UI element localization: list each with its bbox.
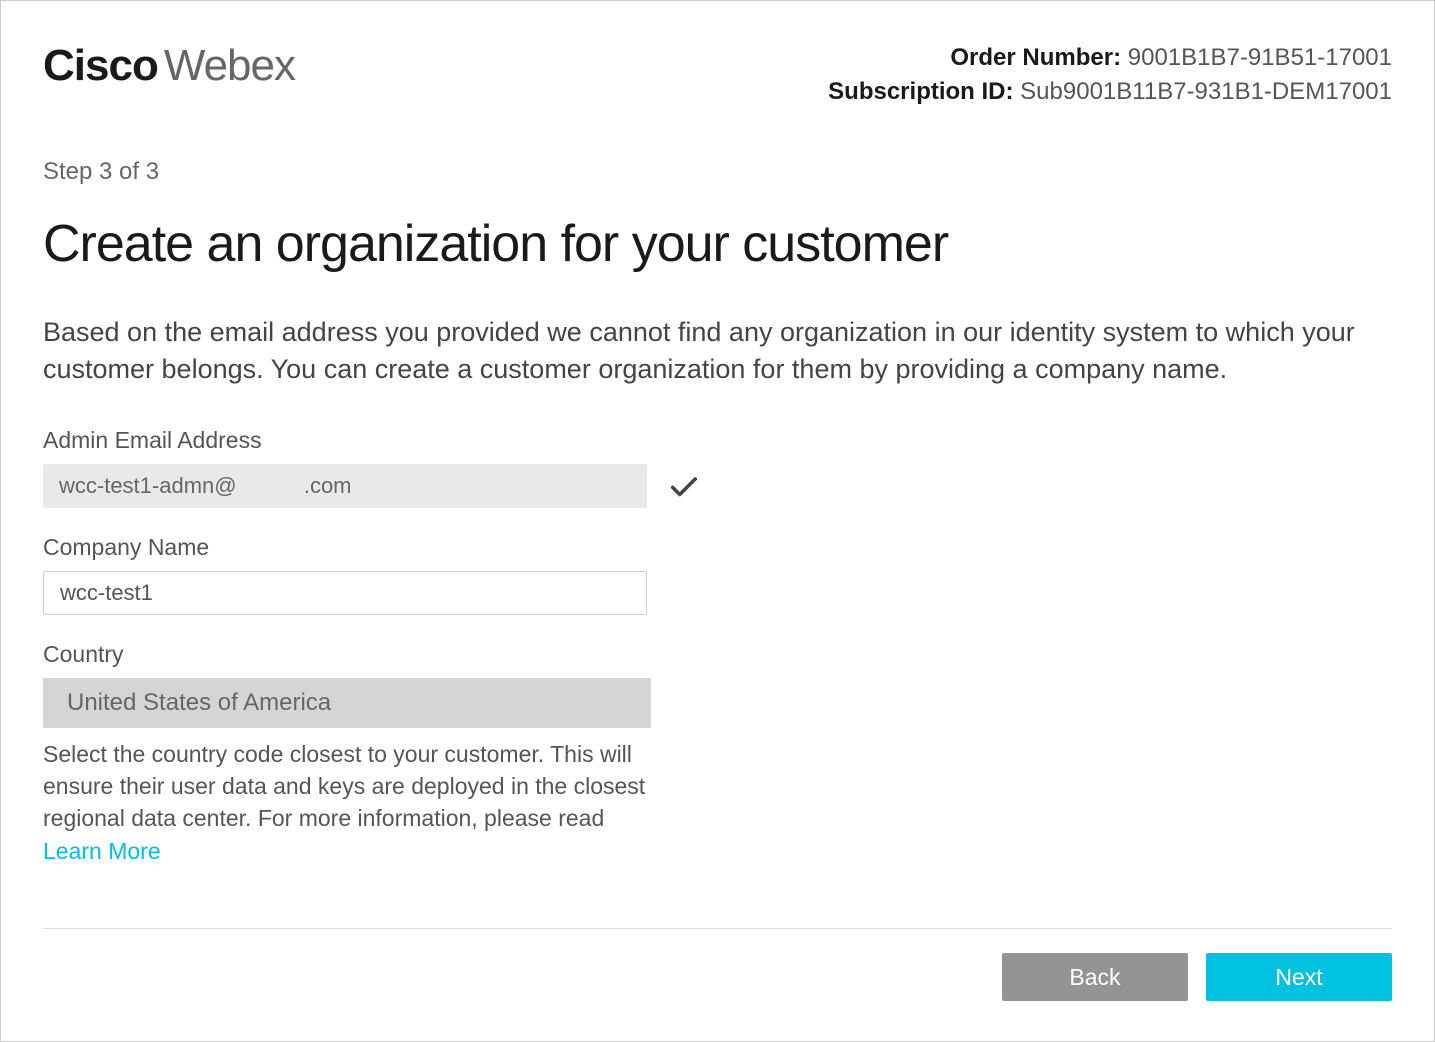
country-help-prefix: Select the country code closest to your … (43, 741, 645, 831)
logo-webex: Webex (164, 41, 295, 91)
step-indicator: Step 3 of 3 (43, 158, 1392, 186)
next-button[interactable]: Next (1206, 953, 1392, 1001)
logo-cisco: Cisco (43, 41, 158, 91)
footer: Back Next (43, 928, 1392, 1001)
email-group: Admin Email Address (43, 427, 1392, 508)
subscription-id-value: Sub9001B11B7-931B1-DEM17001 (1020, 78, 1392, 105)
email-label: Admin Email Address (43, 427, 1392, 454)
company-field[interactable] (43, 571, 647, 615)
country-value: United States of America (67, 689, 331, 717)
company-label: Company Name (43, 534, 1392, 561)
page-title: Create an organization for your customer (43, 214, 1392, 274)
order-info: Order Number: 9001B1B7-91B51-17001 Subsc… (828, 41, 1392, 108)
company-group: Company Name (43, 534, 1392, 615)
learn-more-link[interactable]: Learn More (43, 838, 161, 864)
country-group: Country United States of America Select … (43, 641, 1392, 867)
order-number-value: 9001B1B7-91B51-17001 (1128, 44, 1392, 71)
email-field[interactable] (43, 464, 647, 508)
country-select[interactable]: United States of America (43, 678, 651, 728)
order-number-label: Order Number: (950, 44, 1121, 71)
header: Cisco Webex Order Number: 9001B1B7-91B51… (43, 41, 1392, 108)
subscription-id-label: Subscription ID: (828, 78, 1013, 105)
country-help-text: Select the country code closest to your … (43, 738, 653, 867)
logo: Cisco Webex (43, 41, 295, 91)
button-row: Back Next (43, 953, 1392, 1001)
checkmark-icon (667, 469, 701, 503)
country-label: Country (43, 641, 1392, 668)
description: Based on the email address you provided … (43, 314, 1392, 387)
back-button[interactable]: Back (1002, 953, 1188, 1001)
divider (43, 928, 1392, 929)
